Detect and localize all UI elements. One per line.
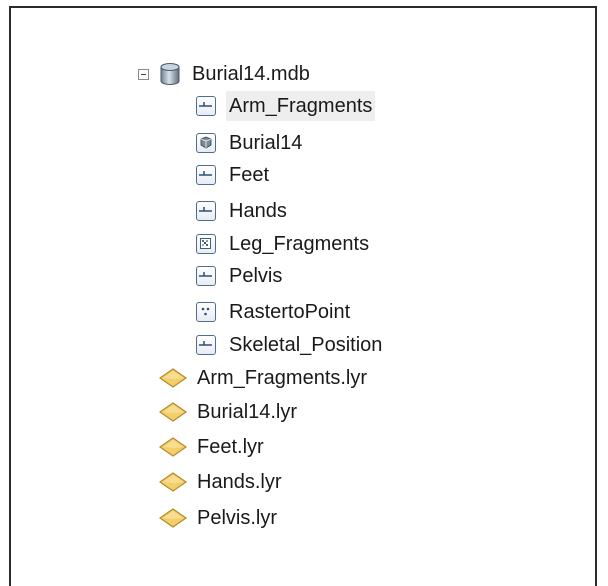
tree-node-label: Feet.lyr	[197, 436, 264, 458]
tree-node-feature-class[interactable]: RastertoPoint	[196, 297, 353, 327]
layer-file-icon	[158, 436, 188, 458]
collapse-toggle-icon[interactable]	[138, 68, 149, 80]
tree-node-label: Skeletal_Position	[229, 334, 383, 356]
tree-node-label: RastertoPoint	[229, 301, 351, 323]
tree-node-toolbox[interactable]: Burial14	[196, 128, 305, 158]
line-feature-class-icon	[196, 96, 216, 116]
tree-node-feature-class[interactable]: Hands	[196, 196, 290, 226]
tree-node-label: Feet	[229, 164, 270, 186]
tree-node-label: Burial14.lyr	[197, 401, 298, 423]
tree-node-feature-class[interactable]: Pelvis	[196, 261, 285, 291]
tree-node-feature-class[interactable]: Skeletal_Position	[196, 330, 385, 360]
tree-node-layer-file[interactable]: Hands.lyr	[158, 467, 284, 497]
layer-file-icon	[158, 507, 188, 529]
tree-node-raster[interactable]: Leg_Fragments	[196, 229, 372, 259]
toolbox-icon	[196, 133, 216, 153]
point-feature-class-icon	[196, 302, 216, 322]
database-label: Burial14.mdb	[192, 63, 310, 85]
line-feature-class-icon	[196, 266, 216, 286]
tree-node-label: Arm_Fragments.lyr	[197, 367, 368, 389]
tree-node-label: Hands.lyr	[197, 471, 282, 493]
tree-node-feature-class[interactable]: Arm_Fragments	[196, 91, 376, 121]
layer-file-icon	[158, 367, 188, 389]
tree-node-label: Pelvis	[229, 265, 283, 287]
raster-dataset-icon	[196, 234, 216, 254]
line-feature-class-icon	[196, 335, 216, 355]
layer-file-icon	[158, 471, 188, 493]
tree-node-label: Pelvis.lyr	[197, 507, 278, 529]
database-icon	[159, 62, 181, 86]
tree-node-layer-file[interactable]: Pelvis.lyr	[158, 503, 280, 533]
line-feature-class-icon	[196, 165, 216, 185]
line-feature-class-icon	[196, 201, 216, 221]
layer-file-icon	[158, 401, 188, 423]
tree-node-label: Arm_Fragments	[226, 91, 376, 121]
tree-node-label: Leg_Fragments	[229, 233, 370, 255]
tree-node-feature-class[interactable]: Feet	[196, 160, 272, 190]
tree-node-database[interactable]: Burial14.mdb	[138, 59, 313, 89]
tree-node-layer-file[interactable]: Burial14.lyr	[158, 397, 300, 427]
tree-node-layer-file[interactable]: Feet.lyr	[158, 432, 267, 462]
tree-node-label: Burial14	[229, 132, 303, 154]
tree-node-label: Hands	[229, 200, 287, 222]
tree-node-layer-file[interactable]: Arm_Fragments.lyr	[158, 363, 370, 393]
